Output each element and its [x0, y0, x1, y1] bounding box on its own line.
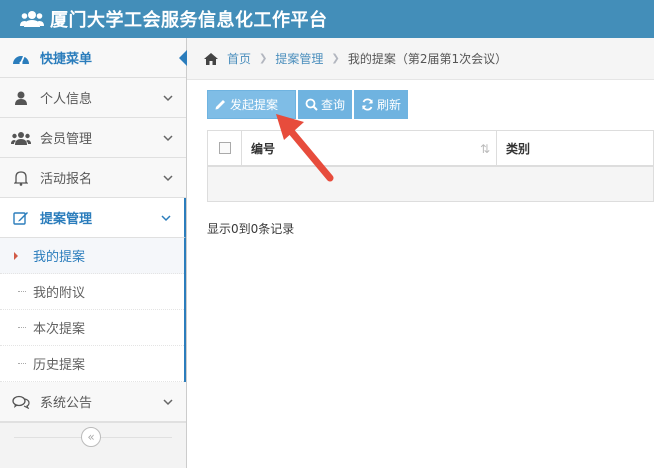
submenu-item-my-proposals[interactable]: 我的提案	[0, 238, 184, 274]
users-icon	[10, 130, 32, 146]
sidebar-item-personal-info[interactable]: 个人信息	[0, 78, 186, 118]
submenu-item-history-proposals[interactable]: 历史提案	[0, 346, 184, 382]
sidebar-item-label: 会员管理	[40, 132, 93, 147]
submenu-item-current-proposals[interactable]: 本次提案	[0, 310, 184, 346]
records-info: 显示0到0条记录	[207, 222, 295, 236]
select-all-cell	[208, 131, 242, 165]
sidebar-item-proposal-management[interactable]: 提案管理	[0, 198, 186, 238]
app-title: 厦门大学工会服务信息化工作平台	[50, 10, 328, 31]
home-icon	[204, 52, 218, 65]
chevron-down-icon	[161, 215, 171, 222]
refresh-icon	[362, 98, 373, 111]
sidebar-item-system-notice[interactable]: 系统公告	[0, 382, 186, 422]
top-header: 厦门大学工会服务信息化工作平台	[0, 0, 654, 38]
refresh-label: 刷新	[377, 98, 402, 112]
collapse-sidebar-button[interactable]: «	[81, 427, 101, 447]
breadcrumb-home-link[interactable]: 首页	[227, 50, 251, 67]
chevron-down-icon	[163, 135, 173, 142]
column-header-label: 类别	[506, 141, 531, 156]
user-icon	[10, 90, 32, 106]
dashboard-icon	[10, 50, 32, 66]
sidebar-item-activity-signup[interactable]: 活动报名	[0, 158, 186, 198]
bell-icon	[10, 170, 32, 186]
column-header-type[interactable]: 类别	[497, 140, 530, 157]
select-all-checkbox[interactable]	[218, 142, 231, 154]
comments-icon	[10, 394, 32, 410]
sidebar-collapse-bar: «	[0, 422, 186, 468]
pencil-icon	[215, 100, 225, 110]
annotation-arrow-icon	[276, 114, 334, 182]
submenu-item-label: 我的附议	[33, 286, 86, 301]
sidebar: 快捷菜单 个人信息 会员管理 活动报名 提案管理 我的提案 我的附议 本次提案 …	[0, 38, 187, 468]
chevron-down-icon	[163, 399, 173, 406]
sidebar-item-label: 个人信息	[40, 92, 93, 107]
breadcrumb-current: 我的提案（第2届第1次会议）	[347, 52, 508, 66]
submenu-item-label: 历史提案	[33, 358, 86, 373]
edit-icon	[10, 210, 32, 226]
sidebar-item-label: 活动报名	[40, 172, 93, 187]
chevron-down-icon	[163, 95, 173, 102]
sidebar-item-label: 快捷菜单	[40, 52, 93, 67]
submenu-item-label: 本次提案	[33, 322, 86, 337]
sidebar-item-quick-menu[interactable]: 快捷菜单	[0, 38, 187, 78]
breadcrumb: 首页 ❯ 提案管理 ❯ 我的提案（第2届第1次会议）	[187, 38, 654, 80]
breadcrumb-separator-icon: ❯	[259, 53, 268, 64]
chevron-down-icon	[163, 175, 173, 182]
sidebar-item-label: 提案管理	[40, 212, 93, 227]
submenu-item-my-seconds[interactable]: 我的附议	[0, 274, 184, 310]
breadcrumb-section-link[interactable]: 提案管理	[275, 50, 323, 67]
submenu-item-label: 我的提案	[33, 250, 86, 265]
users-logo-icon	[20, 11, 44, 27]
sidebar-item-member-management[interactable]: 会员管理	[0, 118, 186, 158]
refresh-button[interactable]: 刷新	[354, 90, 409, 119]
sidebar-item-label: 系统公告	[40, 396, 93, 411]
proposal-submenu: 我的提案 我的附议 本次提案 历史提案	[0, 238, 186, 382]
sort-icon[interactable]: ⇅	[480, 142, 490, 156]
breadcrumb-separator-icon: ❯	[331, 53, 340, 64]
